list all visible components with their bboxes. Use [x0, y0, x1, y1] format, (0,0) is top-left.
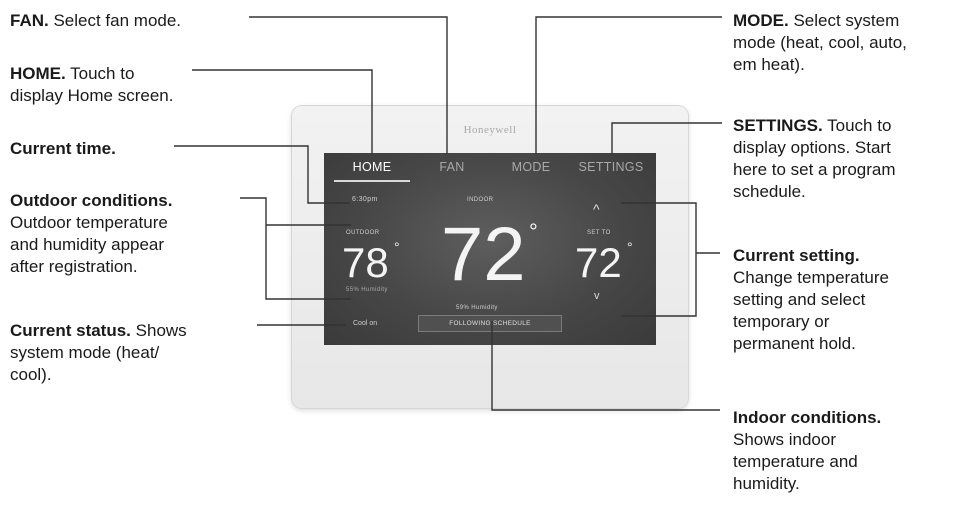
leader-indoor — [491, 321, 720, 411]
leader-setting-up — [621, 202, 697, 317]
leader-mode — [535, 16, 722, 154]
leader-time — [174, 145, 350, 204]
leader-fan — [249, 16, 448, 154]
leader-lines — [174, 16, 722, 411]
leader-settings — [611, 122, 722, 154]
leader-home — [192, 69, 373, 154]
leader-outdoor — [240, 197, 351, 300]
